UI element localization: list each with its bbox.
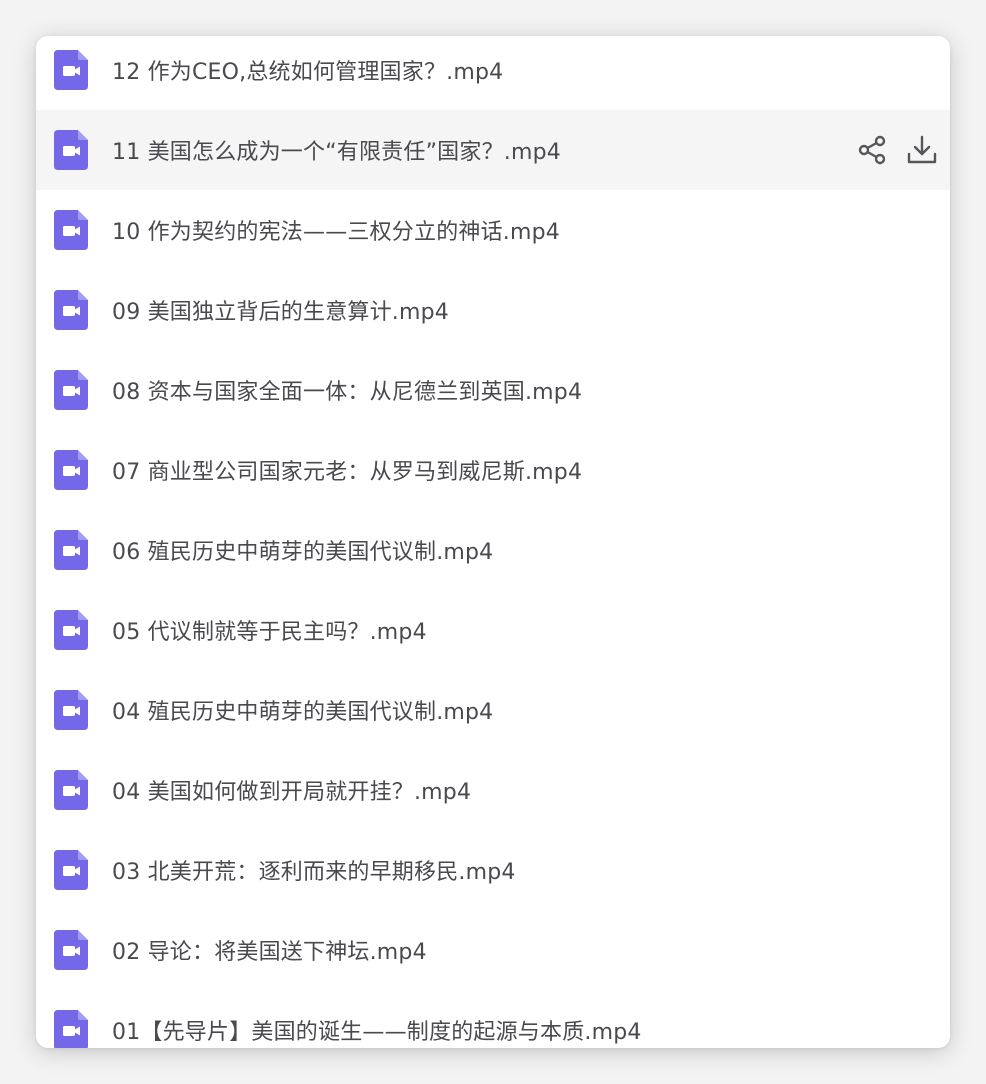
file-name: 06 殖民历史中萌芽的美国代议制.mp4 xyxy=(112,540,494,565)
video-file-icon xyxy=(54,610,88,650)
file-list: 12 作为CEO,总统如何管理国家？.mp4 11 美国怎么成为一个“有限责任”国… xyxy=(36,36,950,1048)
file-row[interactable]: 10 作为契约的宪法——三权分立的神话.mp4 xyxy=(36,190,950,270)
file-row[interactable]: 09 美国独立背后的生意算计.mp4 xyxy=(36,270,950,350)
file-row[interactable]: 12 作为CEO,总统如何管理国家？.mp4 xyxy=(36,36,950,110)
file-row[interactable]: 04 殖民历史中萌芽的美国代议制.mp4 xyxy=(36,670,950,750)
download-icon[interactable] xyxy=(904,132,940,168)
file-row[interactable]: 11 美国怎么成为一个“有限责任”国家？.mp4 xyxy=(36,110,950,190)
video-file-icon xyxy=(54,130,88,170)
file-row[interactable]: 03 北美开荒：逐利而来的早期移民.mp4 xyxy=(36,830,950,910)
file-name: 01【先导片】美国的诞生——制度的起源与本质.mp4 xyxy=(112,1020,642,1045)
file-row[interactable]: 02 导论：将美国送下神坛.mp4 xyxy=(36,910,950,990)
file-name: 04 美国如何做到开局就开挂？.mp4 xyxy=(112,780,472,805)
file-name: 12 作为CEO,总统如何管理国家？.mp4 xyxy=(112,60,504,85)
file-name: 05 代议制就等于民主吗？.mp4 xyxy=(112,620,427,645)
video-file-icon xyxy=(54,530,88,570)
row-actions xyxy=(854,132,940,168)
file-name: 08 资本与国家全面一体：从尼德兰到英国.mp4 xyxy=(112,380,583,405)
video-file-icon xyxy=(54,770,88,810)
file-name: 07 商业型公司国家元老：从罗马到威尼斯.mp4 xyxy=(112,460,583,485)
video-file-icon xyxy=(54,50,88,90)
video-file-icon xyxy=(54,1010,88,1048)
file-name: 04 殖民历史中萌芽的美国代议制.mp4 xyxy=(112,700,494,725)
file-row[interactable]: 07 商业型公司国家元老：从罗马到威尼斯.mp4 xyxy=(36,430,950,510)
video-file-icon xyxy=(54,450,88,490)
file-name: 09 美国独立背后的生意算计.mp4 xyxy=(112,300,449,325)
share-icon[interactable] xyxy=(854,132,890,168)
video-file-icon xyxy=(54,930,88,970)
file-row[interactable]: 06 殖民历史中萌芽的美国代议制.mp4 xyxy=(36,510,950,590)
video-file-icon xyxy=(54,290,88,330)
file-name: 02 导论：将美国送下神坛.mp4 xyxy=(112,940,427,965)
video-file-icon xyxy=(54,850,88,890)
file-list-panel: 12 作为CEO,总统如何管理国家？.mp4 11 美国怎么成为一个“有限责任”国… xyxy=(36,36,950,1048)
file-row[interactable]: 01【先导片】美国的诞生——制度的起源与本质.mp4 xyxy=(36,990,950,1048)
video-file-icon xyxy=(54,370,88,410)
file-row[interactable]: 05 代议制就等于民主吗？.mp4 xyxy=(36,590,950,670)
file-name: 10 作为契约的宪法——三权分立的神话.mp4 xyxy=(112,220,560,245)
file-name: 11 美国怎么成为一个“有限责任”国家？.mp4 xyxy=(112,140,561,165)
file-name: 03 北美开荒：逐利而来的早期移民.mp4 xyxy=(112,860,516,885)
video-file-icon xyxy=(54,690,88,730)
file-row[interactable]: 08 资本与国家全面一体：从尼德兰到英国.mp4 xyxy=(36,350,950,430)
file-row[interactable]: 04 美国如何做到开局就开挂？.mp4 xyxy=(36,750,950,830)
video-file-icon xyxy=(54,210,88,250)
